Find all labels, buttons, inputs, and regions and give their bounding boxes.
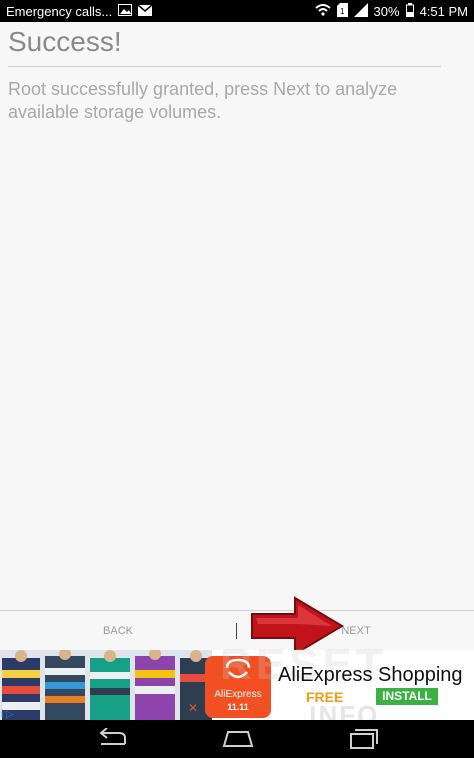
home-icon[interactable]: [218, 728, 258, 750]
carrier-text: Emergency calls...: [6, 4, 113, 19]
ad-logo-text: AliExpress: [214, 689, 262, 700]
ad-app-title[interactable]: AliExpress Shopping: [278, 664, 463, 687]
recents-icon[interactable]: [343, 728, 383, 750]
title-divider: [8, 66, 441, 67]
gallery-icon: [118, 4, 133, 19]
back-button[interactable]: BACK: [0, 611, 236, 651]
wifi-icon: [314, 4, 331, 19]
status-message: Root successfully granted, press Next to…: [8, 79, 398, 122]
ad-choices-icon[interactable]: i ▷: [1, 709, 14, 720]
signal-icon: [353, 3, 368, 20]
status-bar: Emergency calls... 1 30% 4:51 PM: [0, 0, 474, 22]
battery-icon: [405, 3, 414, 20]
ad-install-button[interactable]: INSTALL: [376, 688, 438, 705]
mail-icon: [137, 4, 153, 19]
status-bar-left: Emergency calls...: [6, 4, 153, 19]
ad-logo-subtext: 11.11: [227, 702, 249, 712]
sim-icon: 1: [336, 3, 348, 20]
svg-text:1: 1: [340, 7, 345, 16]
status-bar-right: 1 30% 4:51 PM: [314, 3, 468, 20]
ad-close-icon[interactable]: ✕: [188, 701, 202, 715]
ad-product-photo: [0, 650, 212, 720]
page-title: Success!: [8, 26, 122, 57]
back-icon[interactable]: [93, 727, 133, 750]
navigation-bar: [0, 720, 474, 758]
battery-text: 30%: [373, 4, 400, 19]
button-separator: [236, 623, 237, 639]
clock: 4:51 PM: [419, 4, 468, 19]
